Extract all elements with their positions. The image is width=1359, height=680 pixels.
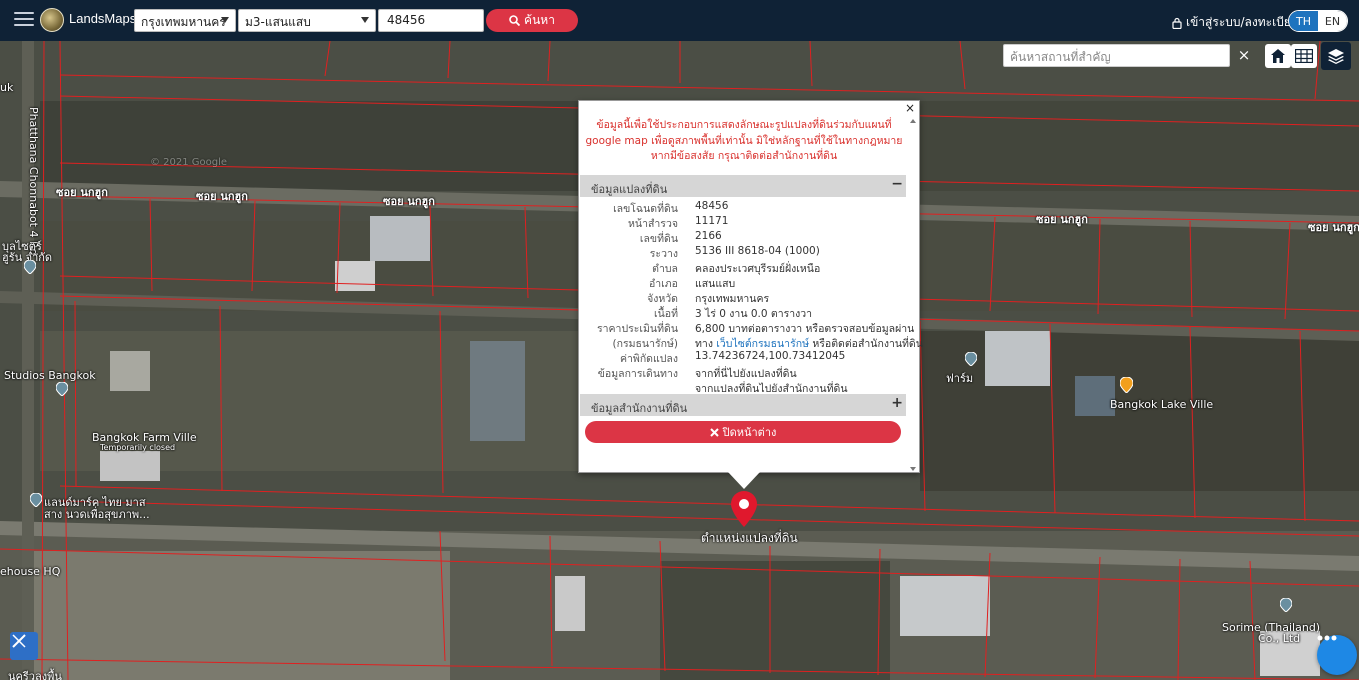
tool-icon bbox=[12, 634, 26, 648]
measure-tool-button[interactable] bbox=[10, 632, 38, 660]
info-row-deed: เลขโฉนดที่ดิน 48456 bbox=[579, 200, 909, 215]
place-marker-icon[interactable] bbox=[1120, 377, 1133, 393]
home-icon bbox=[1271, 49, 1285, 63]
field-value: 48456 bbox=[695, 200, 729, 212]
info-row-subdistrict: ตำบล คลองประเวศบุรีรมย์ฝั่งเหนือ bbox=[579, 260, 909, 275]
collapse-icon[interactable]: − bbox=[891, 176, 903, 192]
field-value: 5136 III 8618-04 (1000) bbox=[695, 245, 820, 257]
more-icon bbox=[1317, 635, 1337, 641]
place-label-lake-ville[interactable]: Bangkok Lake Ville bbox=[1110, 398, 1213, 411]
search-button[interactable]: ค้นหา bbox=[486, 9, 578, 32]
place-search-input[interactable]: ค้นหาสถานที่สำคัญ bbox=[1003, 44, 1230, 67]
layers-button[interactable] bbox=[1321, 42, 1351, 70]
popup-pointer bbox=[728, 472, 760, 489]
parcel-number-value: 48456 bbox=[387, 13, 426, 27]
lang-th-button[interactable]: TH bbox=[1289, 11, 1318, 31]
place-label-sorime[interactable]: Co., Ltd bbox=[1258, 632, 1300, 645]
info-row-travel-2: จากแปลงที่ดินไปยังสำนักงานที่ดิน bbox=[579, 380, 909, 395]
info-row-district: อำเภอ แสนแสบ bbox=[579, 275, 909, 290]
place-label[interactable]: ehouse HQ bbox=[0, 565, 60, 578]
place-marker-icon[interactable] bbox=[965, 352, 977, 366]
road-label-soi: ซอย นกฮูก bbox=[56, 186, 108, 199]
language-toggle[interactable]: TH EN bbox=[1288, 10, 1348, 32]
road-label-vertical: Phatthana Chonnabot 4 Rd bbox=[27, 107, 40, 256]
chevron-down-icon bbox=[221, 17, 229, 23]
login-link[interactable]: เข้าสู่ระบบ/ลงทะเบียน bbox=[1172, 13, 1299, 32]
place-label: นครีวลงพื้น bbox=[8, 670, 62, 680]
scroll-down-icon[interactable] bbox=[910, 467, 916, 471]
lock-icon bbox=[1172, 17, 1182, 29]
coordinate-link[interactable]: 13.74236724,100.73412045 bbox=[695, 350, 845, 362]
brand-name: LandsMaps bbox=[69, 11, 137, 26]
place-label: uk bbox=[0, 81, 14, 94]
login-label: เข้าสู่ระบบ/ลงทะเบียน bbox=[1186, 15, 1300, 29]
province-select[interactable]: กรุงเทพมหานคร bbox=[134, 9, 236, 32]
road-label-soi: ซอย นกฮูก bbox=[196, 190, 248, 203]
pin-label: ตำแหน่งแปลงที่ดิน bbox=[701, 531, 798, 545]
clear-search-button[interactable]: × bbox=[1233, 44, 1255, 67]
info-row-survey-page: หน้าสำรวจ 11171 bbox=[579, 215, 909, 230]
field-value: 2166 bbox=[695, 230, 722, 242]
field-value-text: หรือติดต่อสำนักงานที่ดิน bbox=[812, 338, 923, 350]
treasury-website-link[interactable]: เว็บไซต์กรมธนารักษ์ bbox=[716, 338, 809, 350]
info-row-land-no: เลขที่ดิน 2166 bbox=[579, 230, 909, 245]
close-window-button[interactable]: ปิดหน้าต่าง bbox=[585, 421, 901, 443]
district-select-value: ม3-แสนแสบ bbox=[245, 15, 311, 29]
field-value: 11171 bbox=[695, 215, 729, 227]
expand-icon[interactable]: + bbox=[891, 395, 903, 411]
place-marker-icon[interactable] bbox=[30, 493, 42, 507]
search-icon bbox=[509, 15, 521, 26]
place-search-placeholder: ค้นหาสถานที่สำคัญ bbox=[1010, 50, 1111, 64]
place-marker-icon[interactable] bbox=[1280, 598, 1292, 612]
landsmaps-logo bbox=[40, 8, 64, 32]
place-status: Temporarily closed bbox=[100, 443, 176, 452]
scroll-up-icon[interactable] bbox=[910, 119, 916, 123]
info-row-travel: ข้อมูลการเดินทาง จากที่นี่ไปยังแปลงที่ดิ… bbox=[579, 365, 909, 380]
parcel-number-input[interactable]: 48456 bbox=[378, 9, 484, 32]
road-label-soi: ซอย นกฮูก bbox=[1308, 221, 1359, 234]
field-value-text: ทาง bbox=[695, 338, 713, 350]
land-office-section-title: ข้อมูลสำนักงานที่ดิน bbox=[591, 402, 688, 415]
times-icon bbox=[709, 427, 719, 437]
search-button-label: ค้นหา bbox=[524, 13, 555, 27]
road-label-soi: ซอย นกฮูก bbox=[1036, 213, 1088, 226]
parcel-info-section-header[interactable]: ข้อมูลแปลงที่ดิน − bbox=[580, 175, 906, 197]
chevron-down-icon bbox=[361, 17, 369, 23]
top-navbar: LandsMaps กรุงเทพมหานคร ม3-แสนแสบ 48456 … bbox=[0, 0, 1359, 41]
layers-icon bbox=[1328, 49, 1344, 64]
parcel-info-popup: × ข้อมูลนี้เพื่อใช้ประกอบการแสดงลักษณะรู… bbox=[578, 100, 923, 473]
popup-scrollbar[interactable] bbox=[908, 119, 918, 471]
place-label-studios[interactable]: Studios Bangkok bbox=[4, 369, 96, 382]
info-row-coord: ค่าพิกัดแปลง 13.74236724,100.73412045 bbox=[579, 350, 909, 365]
hamburger-icon[interactable] bbox=[14, 12, 34, 28]
place-marker-icon[interactable] bbox=[24, 260, 36, 274]
grid-button[interactable] bbox=[1291, 44, 1317, 68]
info-row-area: เนื้อที่ 3 ไร่ 0 งาน 0.0 ตารางวา bbox=[579, 305, 909, 320]
place-label[interactable]: สาง นวดเพื่อสุขภาพ... bbox=[44, 505, 150, 523]
info-row-province: จังหวัด กรุงเทพมหานคร bbox=[579, 290, 909, 305]
google-watermark: © 2021 Google bbox=[150, 157, 228, 168]
info-row-price: ราคาประเมินที่ดิน 6,800 บาทต่อตารางวา หร… bbox=[579, 320, 914, 335]
map-pin-icon[interactable] bbox=[731, 491, 757, 527]
lang-en-button[interactable]: EN bbox=[1318, 11, 1347, 31]
land-office-section-header[interactable]: ข้อมูลสำนักงานที่ดิน + bbox=[580, 394, 906, 416]
more-button[interactable] bbox=[1317, 635, 1357, 675]
close-window-label: ปิดหน้าต่าง bbox=[722, 426, 777, 439]
district-select[interactable]: ม3-แสนแสบ bbox=[238, 9, 376, 32]
place-label: ฟาร์ม bbox=[946, 372, 974, 385]
popup-notice: ข้อมูลนี้เพื่อใช้ประกอบการแสดงลักษณะรูปแ… bbox=[585, 119, 903, 162]
info-row-sheet: ระวาง 5136 III 8618-04 (1000) bbox=[579, 245, 909, 260]
grid-icon bbox=[1295, 49, 1313, 63]
info-row-price-2: (กรมธนารักษ์) ทาง เว็บไซต์กรมธนารักษ์ หร… bbox=[579, 335, 922, 350]
place-marker-icon[interactable] bbox=[56, 382, 68, 396]
home-button[interactable] bbox=[1265, 44, 1291, 68]
popup-close-icon[interactable]: × bbox=[905, 101, 915, 115]
parcel-info-section-title: ข้อมูลแปลงที่ดิน bbox=[591, 183, 668, 196]
province-select-value: กรุงเทพมหานคร bbox=[141, 15, 226, 29]
road-label-soi: ซอย นกฮูก bbox=[383, 195, 435, 208]
